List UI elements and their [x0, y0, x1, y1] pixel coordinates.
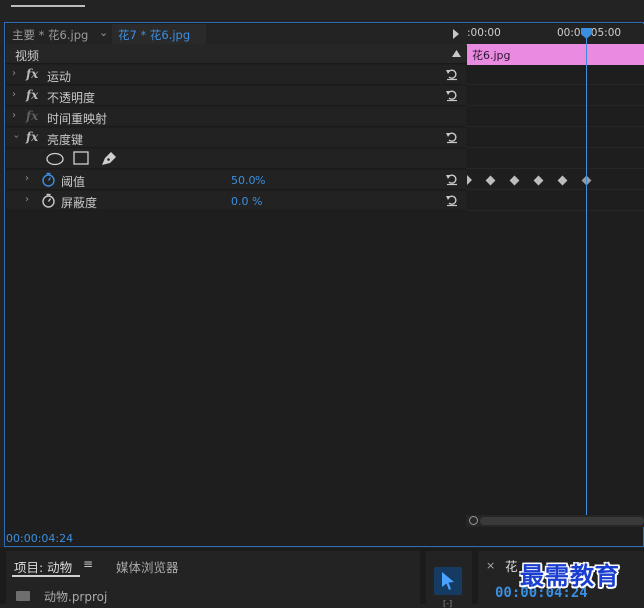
effect-row-motion[interactable]: › fx 运动	[6, 65, 466, 85]
collapse-up-icon[interactable]	[452, 50, 461, 57]
ruler-tick-start: :00:00	[467, 27, 501, 39]
threshold-value[interactable]: 50.0	[231, 174, 256, 187]
timeline-clip[interactable]: 花6.jpg	[467, 44, 644, 65]
chevron-right-icon[interactable]: ›	[25, 194, 29, 205]
timeline-body[interactable]	[466, 65, 644, 515]
current-timecode[interactable]: 00:00:04:24	[6, 532, 73, 545]
project-panel: 项目: 动物 ≡ 媒体浏览器 动物.prproj	[6, 551, 420, 604]
folder-icon	[16, 591, 30, 601]
zoom-handle-icon[interactable]	[469, 516, 478, 525]
top-strip	[0, 0, 644, 22]
video-section-label: 视频	[15, 49, 40, 63]
selection-tool-button[interactable]	[434, 567, 462, 595]
mask-tools-row	[6, 149, 466, 169]
effect-row-opacity[interactable]: › fx 不透明度	[6, 86, 466, 106]
stopwatch-icon[interactable]	[41, 172, 56, 187]
chevron-right-icon[interactable]: ›	[12, 68, 16, 79]
stopwatch-icon[interactable]	[41, 193, 56, 208]
tools-panel: [-]	[426, 551, 472, 608]
timeline-scroll-thumb[interactable]	[480, 517, 644, 525]
playhead-line[interactable]	[586, 33, 587, 515]
cutoff-unit: %	[252, 195, 263, 208]
chevron-down-icon[interactable]: ⌄	[99, 26, 108, 39]
property-row-threshold[interactable]: › 阈值 50.0 %	[6, 170, 466, 190]
active-tab-underline	[11, 5, 85, 7]
timeline-ruler[interactable]: :00:00 00:00:05:00	[466, 24, 644, 45]
ellipse-mask-icon[interactable]	[45, 152, 65, 166]
effect-row-time-remap[interactable]: › fx 时间重映射	[6, 107, 466, 127]
chevron-right-icon[interactable]: ›	[12, 89, 16, 100]
keyframe-icon[interactable]	[485, 175, 496, 186]
cutoff-value[interactable]: 0.0	[231, 195, 249, 208]
play-icon[interactable]	[453, 29, 459, 39]
effect-controls-header: 主要 * 花6.jpg ⌄ 花7 * 花6.jpg	[6, 24, 466, 44]
rectangle-mask-icon[interactable]	[73, 151, 89, 166]
sequence-tab[interactable]: 花	[505, 556, 518, 575]
reset-icon[interactable]	[445, 130, 459, 144]
chevron-down-icon[interactable]: ›	[11, 135, 22, 139]
effect-label-luma-key: 亮度键	[47, 133, 84, 147]
keyframe-icon[interactable]	[533, 175, 544, 186]
fx-icon[interactable]: fx	[26, 88, 38, 102]
fx-icon[interactable]: fx	[26, 67, 38, 81]
sequence-clip-tab[interactable]: 花7 * 花6.jpg	[118, 27, 190, 43]
effect-row-luma-key[interactable]: › fx 亮度键	[6, 128, 466, 148]
close-icon[interactable]: ×	[486, 559, 495, 572]
project-tab-underline	[12, 575, 80, 577]
effect-label-motion: 运动	[47, 70, 72, 84]
keyframe-icon[interactable]	[509, 175, 520, 186]
video-section-header: 视频	[6, 44, 466, 64]
fx-icon[interactable]: fx	[26, 130, 38, 144]
fx-icon: fx	[26, 109, 39, 123]
reset-icon[interactable]	[445, 193, 459, 207]
playhead-icon[interactable]	[581, 28, 592, 39]
media-browser-tab[interactable]: 媒体浏览器	[116, 557, 179, 576]
threshold-unit: %	[255, 174, 266, 187]
property-row-cutoff[interactable]: › 屏蔽度 0.0 %	[6, 191, 466, 211]
project-tab[interactable]: 项目: 动物	[14, 557, 72, 576]
reset-icon[interactable]	[445, 88, 459, 102]
reset-icon[interactable]	[445, 67, 459, 81]
timeline-clip-label: 花6.jpg	[472, 49, 511, 62]
selection-tool-icon	[442, 572, 454, 590]
watermark-logo: 最需教育	[520, 562, 620, 590]
timeline-scrollbar[interactable]	[466, 515, 644, 527]
panel-menu-icon[interactable]: ≡	[83, 557, 93, 571]
keyframe-start-marker[interactable]	[467, 175, 473, 185]
reset-icon[interactable]	[445, 172, 459, 186]
effect-label-opacity: 不透明度	[47, 91, 96, 105]
property-label-cutoff: 屏蔽度	[61, 196, 98, 210]
chevron-right-icon[interactable]: ›	[12, 110, 16, 121]
effect-label-time-remap: 时间重映射	[47, 112, 108, 126]
master-clip-tab[interactable]: 主要 * 花6.jpg	[12, 27, 88, 43]
chevron-right-icon[interactable]: ›	[25, 173, 29, 184]
keyframe-icon[interactable]	[557, 175, 568, 186]
pen-mask-icon[interactable]	[100, 150, 118, 167]
property-label-threshold: 阈值	[61, 175, 86, 189]
project-file-name[interactable]: 动物.prproj	[44, 588, 107, 605]
